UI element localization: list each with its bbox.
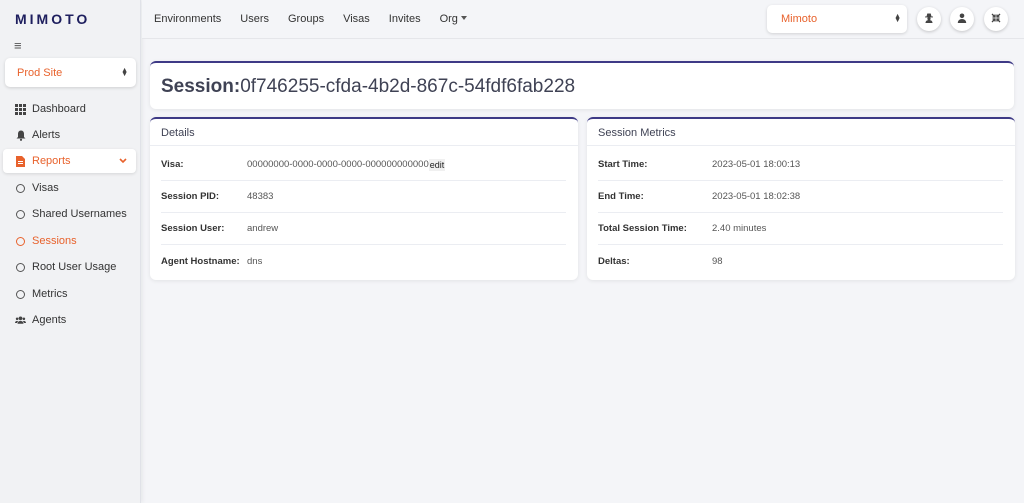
sidebar: MIMOTO ≡ Prod Site ▲ ▼ Dashboard Alerts R… bbox=[0, 0, 141, 503]
deltas-value: 98 bbox=[712, 255, 723, 267]
topnav-org-label: Org bbox=[439, 13, 458, 25]
total-time-label: Total Session Time: bbox=[598, 223, 687, 234]
page-title-session-id: 0f746255-cfda-4b2d-867c-54fdf6fab228 bbox=[240, 76, 576, 97]
page-title: Session:0f746255-cfda-4b2d-867c-54fdf6fa… bbox=[161, 76, 575, 98]
session-metrics-panel: Session Metrics Start Time: 2023-05-01 1… bbox=[587, 117, 1015, 280]
circle-icon bbox=[15, 236, 26, 247]
visa-label: Visa: bbox=[161, 159, 184, 170]
metrics-row-deltas: Deltas: 98 bbox=[598, 245, 1003, 277]
sidebar-item-label: Sessions bbox=[32, 235, 77, 247]
metrics-row-total: Total Session Time: 2.40 minutes bbox=[598, 213, 1003, 245]
org-select-value: Mimoto bbox=[781, 13, 818, 25]
deltas-label: Deltas: bbox=[598, 255, 630, 267]
user-icon bbox=[957, 13, 967, 26]
hostname-label: Agent Hostname: bbox=[161, 255, 240, 267]
compress-icon bbox=[991, 13, 1001, 26]
details-row-visa: Visa: 00000000-0000-0000-0000-0000000000… bbox=[161, 149, 566, 181]
sidebar-item-sessions[interactable]: Sessions bbox=[0, 229, 141, 253]
start-time-label: Start Time: bbox=[598, 159, 648, 170]
sidebar-item-visas[interactable]: Visas bbox=[0, 176, 141, 200]
metrics-heading: Session Metrics bbox=[587, 119, 1015, 146]
hamburger-menu-icon[interactable]: ≡ bbox=[14, 38, 22, 53]
sidebar-item-label: Dashboard bbox=[32, 103, 86, 115]
sidebar-item-reports[interactable]: Reports bbox=[3, 149, 136, 173]
org-select[interactable]: Mimoto ▲ ▼ bbox=[767, 5, 907, 33]
top-navbar: Environments Users Groups Visas Invites … bbox=[142, 0, 1024, 39]
topnav-groups[interactable]: Groups bbox=[288, 13, 324, 25]
pid-label: Session PID: bbox=[161, 191, 220, 202]
caret-down-icon bbox=[460, 16, 467, 20]
user-secret-icon bbox=[924, 13, 934, 26]
details-row-pid: Session PID: 48383 bbox=[161, 181, 566, 213]
topnav-org-dropdown[interactable]: Org bbox=[440, 13, 467, 25]
sidebar-item-label: Shared Usernames bbox=[32, 208, 127, 220]
metrics-row-start: Start Time: 2023-05-01 18:00:13 bbox=[598, 149, 1003, 181]
details-row-hostname: Agent Hostname: dns bbox=[161, 245, 566, 277]
site-select[interactable]: Prod Site ▲ ▼ bbox=[5, 58, 136, 87]
sidebar-item-dashboard[interactable]: Dashboard bbox=[0, 97, 141, 121]
session-title-card: Session:0f746255-cfda-4b2d-867c-54fdf6fa… bbox=[150, 61, 1014, 109]
circle-icon bbox=[15, 209, 26, 220]
chevron-down-icon bbox=[119, 155, 127, 167]
select-arrows-icon: ▲ ▼ bbox=[121, 66, 128, 78]
profile-button[interactable] bbox=[950, 7, 974, 31]
collapse-button[interactable] bbox=[984, 7, 1008, 31]
start-time-value: 2023-05-01 18:00:13 bbox=[712, 159, 801, 170]
select-arrows-icon: ▲ ▼ bbox=[894, 13, 901, 24]
circle-icon bbox=[15, 183, 26, 194]
site-select-value: Prod Site bbox=[17, 66, 63, 79]
sidebar-item-alerts[interactable]: Alerts bbox=[0, 123, 141, 147]
logo: MIMOTO bbox=[15, 11, 91, 27]
grid-icon bbox=[15, 103, 26, 115]
circle-icon bbox=[15, 262, 26, 273]
circle-icon bbox=[15, 289, 26, 300]
user-label: Session User: bbox=[161, 223, 225, 234]
topnav-invites[interactable]: Invites bbox=[389, 13, 421, 25]
bell-icon bbox=[15, 130, 26, 141]
pid-value: 48383 bbox=[247, 191, 274, 202]
visa-edit-link[interactable]: edit bbox=[428, 158, 446, 171]
sidebar-item-label: Reports bbox=[32, 155, 71, 167]
details-heading: Details bbox=[150, 119, 578, 146]
topnav-users[interactable]: Users bbox=[240, 13, 269, 25]
sidebar-item-shared-usernames[interactable]: Shared Usernames bbox=[0, 202, 141, 226]
sidebar-item-label: Agents bbox=[32, 314, 67, 326]
details-row-user: Session User: andrew bbox=[161, 213, 566, 245]
page-title-label: Session: bbox=[161, 76, 241, 97]
sidebar-item-agents[interactable]: Agents bbox=[0, 308, 141, 332]
sidebar-item-label: Root User Usage bbox=[32, 261, 117, 273]
sidebar-item-label: Alerts bbox=[32, 129, 61, 141]
document-icon bbox=[15, 155, 26, 167]
sidebar-item-metrics[interactable]: Metrics bbox=[0, 282, 141, 306]
users-icon bbox=[15, 315, 26, 326]
user-value: andrew bbox=[247, 223, 279, 234]
agent-button[interactable] bbox=[917, 7, 941, 31]
details-panel: Details Visa: 00000000-0000-0000-0000-00… bbox=[150, 117, 578, 280]
sidebar-item-root-user-usage[interactable]: Root User Usage bbox=[0, 255, 141, 279]
hostname-value: dns bbox=[247, 255, 263, 267]
topnav-visas[interactable]: Visas bbox=[343, 13, 370, 25]
top-nav: Environments Users Groups Visas Invites … bbox=[154, 0, 467, 38]
end-time-label: End Time: bbox=[598, 191, 644, 202]
visa-value: 00000000-0000-0000-0000-000000000000 bbox=[247, 159, 429, 170]
sidebar-item-label: Metrics bbox=[32, 288, 68, 300]
sidebar-item-label: Visas bbox=[32, 182, 59, 194]
total-time-value: 2.40 minutes bbox=[712, 223, 767, 234]
topnav-environments[interactable]: Environments bbox=[154, 13, 221, 25]
metrics-row-end: End Time: 2023-05-01 18:02:38 bbox=[598, 181, 1003, 213]
end-time-value: 2023-05-01 18:02:38 bbox=[712, 191, 801, 202]
